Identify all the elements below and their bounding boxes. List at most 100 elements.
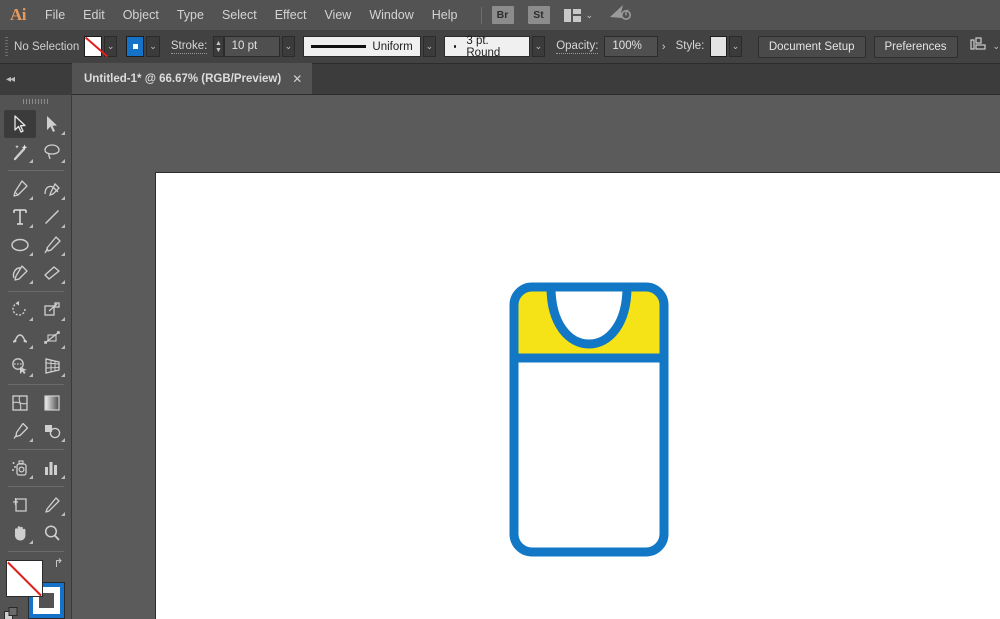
direct-selection-tool[interactable] (36, 110, 68, 138)
toolbar-divider-2 (8, 291, 64, 292)
stroke-weight-label[interactable]: Stroke: (171, 40, 207, 54)
width-tool[interactable] (4, 324, 36, 352)
double-chevron-left-icon[interactable]: ◂◂ (6, 74, 14, 85)
tool-group-selection (4, 110, 68, 166)
control-bar-grip[interactable] (5, 37, 8, 57)
stroke-weight-stepper[interactable]: ▲▼ (213, 36, 223, 57)
toolbar-divider-6 (8, 551, 64, 552)
style-label: Style: (676, 40, 705, 53)
magic-wand-tool[interactable] (4, 138, 36, 166)
preferences-button[interactable]: Preferences (874, 36, 958, 58)
tool-group-transform (4, 296, 68, 380)
lasso-tool[interactable] (36, 138, 68, 166)
scale-tool[interactable] (36, 296, 68, 324)
toolbar-divider-3 (8, 384, 64, 385)
column-graph-tool[interactable] (36, 454, 68, 482)
brush-definition-field[interactable]: 3 pt. Round (444, 36, 530, 57)
stroke-profile-preview-icon (311, 45, 367, 48)
brush-definition-value: 3 pt. Round (466, 35, 519, 59)
artboard-tool[interactable] (4, 491, 36, 519)
document-tab[interactable]: Untitled-1* @ 66.67% (RGB/Preview) ✕ (72, 63, 312, 94)
bridge-icon[interactable]: Br (492, 6, 514, 24)
brush-definition-dropdown-button[interactable]: ⌄ (532, 36, 545, 57)
menu-item-object[interactable]: Object (114, 0, 168, 30)
line-segment-tool[interactable] (36, 203, 68, 231)
eyedropper-tool[interactable] (4, 417, 36, 445)
symbol-sprayer-tool[interactable] (4, 454, 36, 482)
chevron-down-icon: ⌄ (586, 10, 594, 21)
tools-panel: ↱ (0, 95, 72, 619)
stroke-profile-field[interactable]: Uniform (303, 36, 421, 57)
toolbar-divider-4 (8, 449, 64, 450)
toolbar-grip[interactable] (23, 99, 49, 104)
blend-tool[interactable] (36, 417, 68, 445)
align-dropdown-icon[interactable]: ⌄ (993, 41, 1000, 52)
free-transform-tool[interactable] (36, 324, 68, 352)
opacity-label[interactable]: Opacity: (556, 40, 598, 54)
shaper-tool[interactable] (4, 259, 36, 287)
tool-group-symbol-graph (4, 454, 68, 482)
brush-preview-icon (454, 45, 457, 48)
control-bar: No Selection ⌄ ⌄ Stroke: ▲▼ 10 pt ⌄ Unif… (0, 30, 1000, 64)
workspace-switcher-icon[interactable]: ⌄ (564, 9, 594, 22)
app-logo-icon: Ai (0, 0, 36, 30)
perspective-grid-tool[interactable] (36, 352, 68, 380)
slice-tool[interactable] (36, 491, 68, 519)
hand-tool[interactable] (4, 519, 36, 547)
close-icon[interactable]: ✕ (292, 73, 302, 85)
paintbrush-tool[interactable] (36, 231, 68, 259)
stroke-profile-value: Uniform (372, 41, 412, 53)
ellipse-tool[interactable] (4, 231, 36, 259)
shape-builder-tool[interactable] (4, 352, 36, 380)
menu-item-edit[interactable]: Edit (74, 0, 114, 30)
document-tab-title: Untitled-1* @ 66.67% (RGB/Preview) (84, 73, 281, 85)
stroke-weight-input[interactable]: 10 pt (224, 36, 280, 57)
menu-item-type[interactable]: Type (168, 0, 213, 30)
menu-item-view[interactable]: View (315, 0, 360, 30)
mesh-tool[interactable] (4, 389, 36, 417)
menu-item-select[interactable]: Select (213, 0, 266, 30)
opacity-options-button[interactable]: › (658, 36, 669, 57)
tool-group-navigation (4, 491, 68, 547)
stroke-dropdown-button[interactable]: ⌄ (146, 36, 159, 57)
align-icon[interactable] (970, 37, 987, 57)
toolbar-collapse-header[interactable]: ◂◂ (0, 64, 72, 95)
eraser-tool[interactable] (36, 259, 68, 287)
artwork-notched-card-shape[interactable] (509, 282, 669, 562)
gradient-tool[interactable] (36, 389, 68, 417)
pen-tool[interactable] (4, 175, 36, 203)
default-fill-stroke-icon[interactable] (4, 607, 19, 619)
toolbar-divider (8, 170, 64, 171)
selection-tool[interactable] (4, 110, 36, 138)
tool-group-drawing (4, 175, 68, 287)
type-tool[interactable] (4, 203, 36, 231)
style-dropdown-button[interactable]: ⌄ (729, 36, 742, 57)
fill-stroke-control: ↱ (4, 558, 68, 619)
illustrator-window: Ai File Edit Object Type Select Effect V… (0, 0, 1000, 619)
stroke-swatch[interactable] (126, 36, 144, 57)
artboard[interactable] (155, 172, 1000, 619)
fill-color-indicator[interactable] (6, 560, 43, 597)
curvature-tool[interactable] (36, 175, 68, 203)
swap-fill-stroke-icon[interactable]: ↱ (54, 556, 68, 570)
stock-icon[interactable]: St (528, 6, 550, 24)
workspace-layout-icon (564, 9, 581, 22)
tool-group-appearance (4, 389, 68, 445)
document-setup-button[interactable]: Document Setup (758, 36, 866, 58)
menu-bar: Ai File Edit Object Type Select Effect V… (0, 0, 1000, 30)
zoom-tool[interactable] (36, 519, 68, 547)
fill-swatch[interactable] (84, 36, 102, 57)
power-icon[interactable] (609, 4, 631, 26)
stroke-profile-dropdown-button[interactable]: ⌄ (423, 36, 436, 57)
rotate-tool[interactable] (4, 296, 36, 324)
opacity-input[interactable]: 100% (604, 36, 658, 57)
graphic-style-swatch[interactable] (710, 36, 726, 57)
canvas-area[interactable] (72, 95, 1000, 619)
menu-item-file[interactable]: File (36, 0, 74, 30)
stroke-weight-dropdown-button[interactable]: ⌄ (282, 36, 295, 57)
menu-divider (481, 7, 482, 24)
menu-item-help[interactable]: Help (423, 0, 467, 30)
menu-item-effect[interactable]: Effect (266, 0, 316, 30)
menu-item-window[interactable]: Window (360, 0, 422, 30)
document-tab-bar: Untitled-1* @ 66.67% (RGB/Preview) ✕ (72, 64, 1000, 95)
